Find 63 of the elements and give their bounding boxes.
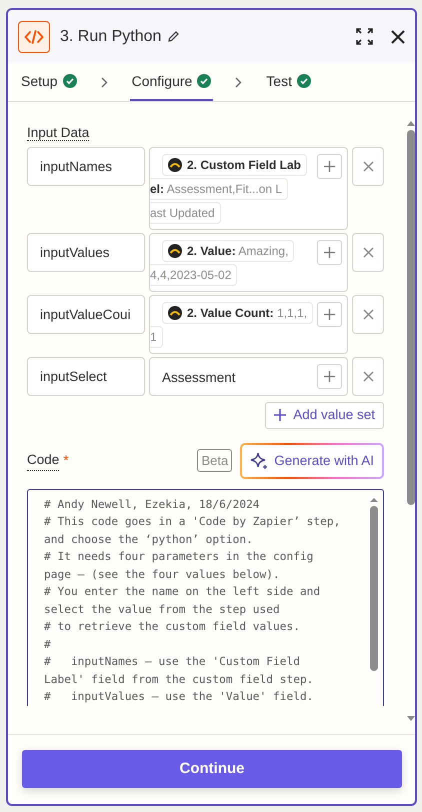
value-field[interactable]: 2. Custom Field Lab el: Assessment,Fit...on L ast Updated	[149, 147, 348, 230]
beta-badge: Beta	[197, 448, 232, 472]
field-value: Assessment	[162, 369, 237, 388]
close-icon	[362, 161, 374, 172]
code-line: # This code goes in a 'Code by Zapier’ step,	[44, 514, 342, 530]
insert-data-button[interactable]	[317, 302, 342, 328]
mapped-field-pill[interactable]: 2. Value Count: 1,1,1,	[162, 302, 314, 324]
close-icon	[362, 371, 374, 382]
expand-icon[interactable]	[356, 28, 373, 45]
close-icon	[362, 247, 374, 258]
key-field[interactable]: inputValueCoui	[27, 295, 145, 334]
plus-icon	[323, 308, 336, 322]
section-label: Input Data	[27, 125, 90, 141]
insert-data-button[interactable]	[317, 364, 342, 390]
code-line: # to retrieve the custom field values.	[44, 619, 301, 636]
close-icon	[362, 309, 374, 320]
code-line: # You enter the name on the left side and	[44, 584, 322, 600]
app-logo-icon	[168, 306, 182, 320]
app-logo-icon	[168, 158, 182, 172]
code-line: Label' field from the custom field step.	[44, 672, 314, 688]
value-field[interactable]: Assessment	[149, 357, 348, 396]
plus-icon	[323, 160, 336, 174]
plus-icon	[323, 370, 336, 384]
code-line: # It needs four parameters in the config	[44, 549, 314, 566]
step-tab[interactable]: Test	[264, 63, 313, 101]
step-tab[interactable]: Setup	[19, 63, 79, 101]
plus-icon	[274, 409, 286, 422]
code-line: select the value from the step used	[44, 602, 281, 618]
mapped-field-pill[interactable]: el: Assessment,Fit...on L	[150, 178, 288, 200]
code-editor[interactable]	[27, 488, 384, 706]
insert-data-button[interactable]	[317, 240, 342, 266]
plus-icon	[323, 246, 336, 260]
code-line: and choose the ‘python’ option.	[44, 532, 254, 548]
chevron-icon	[235, 76, 242, 88]
step-title: 3. Run Python	[60, 26, 162, 46]
check-icon	[296, 74, 311, 88]
required-mark: *	[63, 451, 69, 470]
code-label: Code	[27, 450, 60, 472]
key-field[interactable]: inputNames	[27, 147, 145, 186]
step-tab[interactable]: Configure	[130, 63, 214, 101]
key-field[interactable]: inputValues	[27, 233, 145, 272]
check-icon	[62, 74, 77, 88]
code-line: page – (see the four values below).	[44, 566, 281, 583]
generate-ai-button[interactable]: Generate with AI	[240, 442, 384, 479]
add-value-set-button[interactable]: Add value set	[265, 402, 384, 428]
code-line: # inputValues – use the 'Value' field.	[44, 689, 314, 706]
check-icon	[197, 74, 212, 88]
continue-button[interactable]: Continue	[22, 750, 402, 788]
mapped-field-pill[interactable]: 2. Value: Amazing,	[162, 240, 294, 262]
code-icon	[18, 20, 50, 52]
close-icon[interactable]	[391, 30, 405, 44]
pencil-icon[interactable]	[167, 30, 180, 43]
key-field[interactable]: inputSelect	[27, 357, 145, 396]
code-line: #	[44, 636, 52, 653]
sparkle-icon	[250, 452, 268, 470]
code-line: # inputNames – use the 'Custom Field	[44, 654, 301, 670]
value-field[interactable]: 2. Value: Amazing, 4,4,2023-05-02	[149, 233, 348, 292]
insert-data-button[interactable]	[317, 154, 342, 180]
chevron-icon	[100, 76, 108, 88]
app-logo-icon	[168, 244, 182, 258]
mapped-field-pill[interactable]: 2. Custom Field Lab	[162, 154, 308, 176]
code-line: # Andy Newell, Ezekia, 18/6/2024	[44, 496, 261, 513]
value-field[interactable]: 2. Value Count: 1,1,1, 1	[149, 295, 348, 354]
